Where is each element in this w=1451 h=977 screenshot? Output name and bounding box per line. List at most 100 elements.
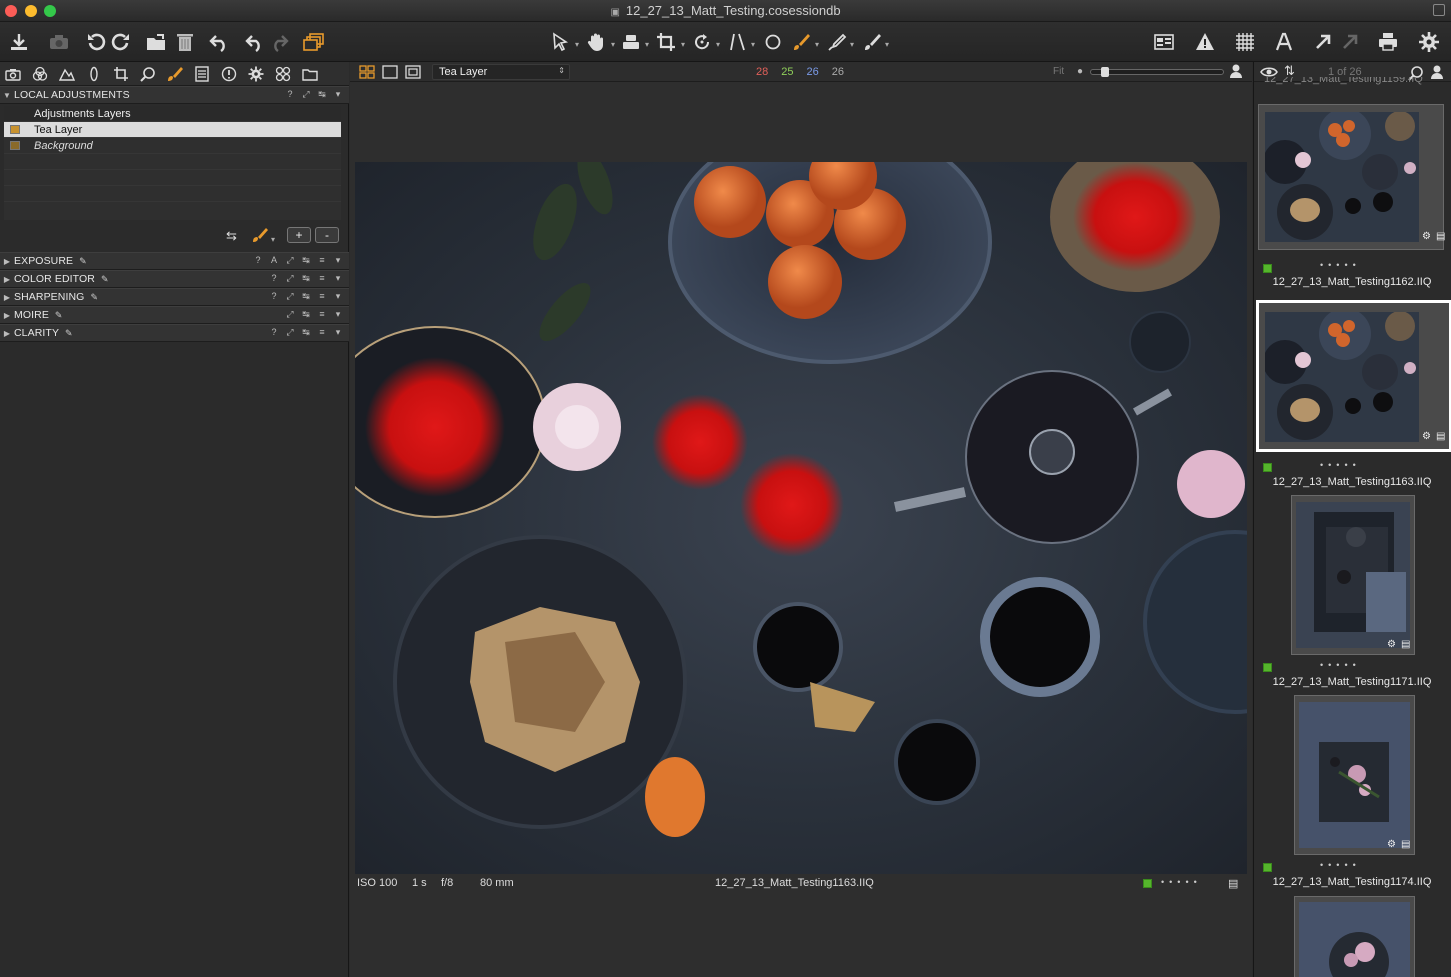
list-icon[interactable]: ≡: [317, 327, 327, 338]
expand-icon[interactable]: ⤢: [285, 255, 295, 266]
exposure-warning-icon[interactable]: [1191, 28, 1219, 56]
copy-apply-icon[interactable]: ↹: [301, 309, 311, 320]
clarity-section-header[interactable]: ▶ CLARITY ✎ ? ⤢ ↹ ≡ ▾: [0, 324, 349, 342]
focus-search-icon[interactable]: [139, 65, 157, 83]
edit-list-icon[interactable]: ▤: [1436, 231, 1445, 242]
list-icon[interactable]: ≡: [317, 309, 327, 320]
color-circles-icon[interactable]: [31, 65, 49, 83]
list-icon[interactable]: ≡: [317, 255, 327, 266]
copy-apply-icon[interactable]: ↹: [301, 291, 311, 302]
zoom-slider[interactable]: [1090, 67, 1224, 77]
list-icon[interactable]: ≡: [317, 291, 327, 302]
eraser-icon[interactable]: [858, 28, 886, 56]
layer-brush-icon[interactable]: [252, 227, 268, 246]
trash-icon[interactable]: [171, 28, 199, 56]
export-arrow-icon[interactable]: [1309, 28, 1337, 56]
local-adjustments-brush-icon[interactable]: [166, 65, 184, 83]
variants-icon[interactable]: [300, 28, 328, 56]
expand-icon[interactable]: ⤢: [285, 327, 295, 338]
sharpening-section-header[interactable]: ▶ SHARPENING ✎ ? ⤢ ↹ ≡ ▾: [0, 288, 349, 306]
layer-select-dropdown[interactable]: Tea Layer ⇕: [432, 64, 570, 80]
picker-icon[interactable]: [823, 28, 851, 56]
select-cursor-icon[interactable]: [546, 28, 574, 56]
add-layer-button[interactable]: +: [287, 227, 311, 243]
swap-layers-icon[interactable]: ⇆: [226, 228, 237, 244]
menu-icon[interactable]: ▾: [333, 327, 343, 338]
exposure-section-header[interactable]: ▶ EXPOSURE ✎ ? A ⤢ ↹ ≡ ▾: [0, 252, 349, 270]
rating-dots[interactable]: •••••: [1320, 460, 1361, 470]
fullscreen-icon[interactable]: [1433, 4, 1445, 16]
edit-list-icon[interactable]: ▤: [1228, 877, 1238, 890]
import-icon[interactable]: [5, 28, 33, 56]
help-icon[interactable]: ?: [269, 273, 279, 284]
gear-icon[interactable]: ⚙: [1387, 639, 1396, 650]
image-viewer[interactable]: ISO 100 1 s f/8 80 mm 12_27_13_Matt_Test…: [350, 82, 1252, 977]
pan-hand-icon[interactable]: [582, 28, 610, 56]
batch-icon[interactable]: [274, 65, 292, 83]
layer-checkbox[interactable]: [10, 141, 20, 150]
thumbnail-1171[interactable]: ⚙ ▤ ••••• 12_27_13_Matt_Testing1171.IIQ: [1256, 495, 1451, 696]
rotate-right-icon[interactable]: [107, 28, 135, 56]
edit-list-icon[interactable]: ▤: [1436, 431, 1445, 442]
thumbnail-1162[interactable]: ⚙ ▤ ••••• 12_27_13_Matt_Testing1162.IIQ: [1256, 100, 1451, 296]
color-tag-green[interactable]: [1263, 463, 1272, 472]
folder-icon[interactable]: [301, 65, 319, 83]
circle-mask-icon[interactable]: [759, 28, 787, 56]
main-photo[interactable]: [355, 162, 1247, 874]
thumbnail-1174[interactable]: ⚙ ▤ ••••• 12_27_13_Matt_Testing1174.IIQ: [1256, 695, 1451, 896]
expand-icon[interactable]: ⤢: [301, 89, 311, 100]
gear-icon[interactable]: ⚙: [1422, 231, 1431, 242]
crop-tool-icon[interactable]: [112, 65, 130, 83]
moire-section-header[interactable]: ▶ MOIRE ✎ ⤢ ↹ ≡ ▾: [0, 306, 349, 324]
menu-icon[interactable]: ▾: [333, 89, 343, 100]
undo-all-icon[interactable]: [205, 28, 233, 56]
layer-row-tea[interactable]: Tea Layer: [4, 122, 341, 138]
gear-icon[interactable]: ⚙: [1387, 839, 1396, 850]
auto-icon[interactable]: A: [269, 255, 279, 266]
menu-icon[interactable]: ▾: [333, 255, 343, 266]
menu-icon[interactable]: ▾: [333, 309, 343, 320]
menu-icon[interactable]: ▾: [333, 273, 343, 284]
local-adjustments-header[interactable]: ▼ LOCAL ADJUSTMENTS ? ⤢ ↹ ▾: [0, 86, 349, 104]
print-icon[interactable]: [1374, 28, 1402, 56]
color-editor-section-header[interactable]: ▶ COLOR EDITOR ✎ ? ⤢ ↹ ≡ ▾: [0, 270, 349, 288]
brush-icon[interactable]: [787, 28, 815, 56]
redo-icon[interactable]: [266, 28, 294, 56]
process-icon[interactable]: [1336, 28, 1364, 56]
color-tag-green[interactable]: [1263, 663, 1272, 672]
expand-icon[interactable]: ⤢: [285, 309, 295, 320]
thumbnail-1163[interactable]: ⚙ ▤ ••••• 12_27_13_Matt_Testing1163.IIQ: [1256, 300, 1451, 496]
move-to-folder-icon[interactable]: [142, 28, 170, 56]
help-icon[interactable]: ?: [285, 89, 295, 100]
crop-icon[interactable]: [652, 28, 680, 56]
list-icon[interactable]: ≡: [317, 273, 327, 284]
edit-list-icon[interactable]: ▤: [1401, 639, 1410, 650]
primary-view-icon[interactable]: [405, 65, 421, 82]
thumbnail-next[interactable]: [1256, 896, 1451, 977]
multi-view-icon[interactable]: [359, 65, 375, 82]
rating-dots[interactable]: •••••: [1320, 860, 1361, 870]
remove-layer-button[interactable]: -: [315, 227, 339, 243]
rotate-tool-icon[interactable]: [688, 28, 716, 56]
layer-row-background[interactable]: Background: [4, 138, 341, 154]
rating-dots[interactable]: •••••: [1161, 877, 1202, 887]
copy-apply-icon[interactable]: ↹: [317, 89, 327, 100]
text-icon[interactable]: [1270, 28, 1298, 56]
help-icon[interactable]: ?: [269, 291, 279, 302]
settings-gear-icon[interactable]: [1415, 28, 1443, 56]
layout-icon[interactable]: [1150, 28, 1178, 56]
menu-icon[interactable]: ▾: [333, 291, 343, 302]
metadata-icon[interactable]: [193, 65, 211, 83]
color-tag-green[interactable]: [1263, 863, 1272, 872]
color-tag-green[interactable]: [1263, 264, 1272, 273]
edit-list-icon[interactable]: ▤: [1401, 839, 1410, 850]
copy-apply-icon[interactable]: ↹: [301, 255, 311, 266]
layer-checkbox[interactable]: [10, 125, 20, 134]
gear-icon[interactable]: ⚙: [1422, 431, 1431, 442]
library-camera-icon[interactable]: [4, 65, 22, 83]
zoom-slider-thumb[interactable]: [1101, 67, 1109, 77]
rating-dots[interactable]: •••••: [1320, 260, 1361, 270]
keystone-icon[interactable]: [724, 28, 752, 56]
help-icon[interactable]: ?: [269, 327, 279, 338]
person-filter-icon[interactable]: [1430, 64, 1444, 83]
